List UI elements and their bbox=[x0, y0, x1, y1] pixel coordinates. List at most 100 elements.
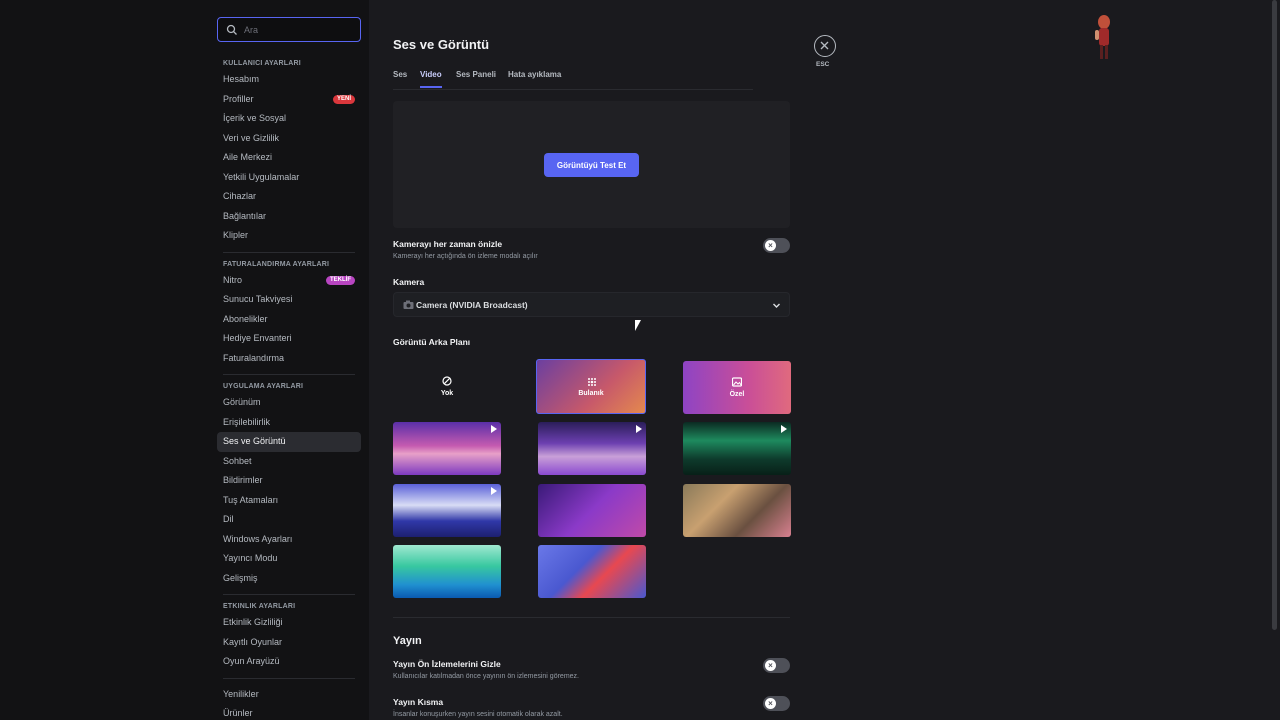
scrollbar[interactable] bbox=[1272, 0, 1277, 630]
sidebar-divider bbox=[223, 374, 355, 375]
search-input[interactable] bbox=[244, 24, 344, 35]
bg-option-none[interactable]: Yok bbox=[393, 360, 501, 413]
bg-preset-tile[interactable] bbox=[683, 484, 791, 537]
sidebar-item[interactable]: Faturalandırma bbox=[217, 349, 361, 369]
bg-option-custom-label: Özel bbox=[729, 391, 745, 398]
video-preview-area: Görüntüyü Test Et bbox=[393, 101, 790, 228]
play-icon bbox=[491, 487, 497, 495]
sidebar-section-header: Etkinlik Ayarları bbox=[223, 603, 296, 610]
sidebar-item[interactable]: Gelişmiş bbox=[217, 569, 361, 589]
bg-preset-tile[interactable] bbox=[683, 422, 791, 475]
sidebar-item-label: Görünüm bbox=[223, 397, 261, 407]
sidebar-item-label: İçerik ve Sosyal bbox=[223, 113, 287, 123]
sidebar-item[interactable]: Windows Ayarları bbox=[217, 530, 361, 550]
hide-previews-toggle[interactable]: × bbox=[763, 658, 790, 673]
sidebar-item[interactable]: Abonelikler bbox=[217, 310, 361, 330]
sidebar-item-label: Erişilebilirlik bbox=[223, 416, 271, 427]
sidebar-item[interactable]: Yayıncı Modu bbox=[217, 549, 361, 569]
test-video-button[interactable]: Görüntüyü Test Et bbox=[544, 153, 639, 177]
sidebar-item[interactable]: Hediye Envanteri bbox=[217, 329, 361, 349]
sidebar-item[interactable]: Veri ve Gizlilik bbox=[217, 129, 361, 149]
sidebar-item-label: Ses ve Görüntü bbox=[223, 436, 286, 446]
mouse-cursor bbox=[635, 320, 641, 331]
sidebar-item-label: Tuş Atamaları bbox=[223, 494, 279, 505]
sidebar-item-label: Gelişmiş bbox=[223, 572, 258, 583]
tab-bar: Ses Video Ses Paneli Hata ayıklama bbox=[393, 70, 753, 90]
always-preview-title: Kamerayı her zaman önizle bbox=[393, 239, 503, 249]
sidebar-item-label: Hesabım bbox=[223, 74, 260, 84]
sidebar-item-label: Kayıtlı Oyunlar bbox=[223, 636, 283, 647]
bg-option-blur[interactable]: Bulanık bbox=[536, 359, 646, 414]
sidebar-item[interactable]: Kayıtlı Oyunlar bbox=[217, 633, 361, 653]
camera-select[interactable]: Camera (NVIDIA Broadcast) bbox=[393, 292, 790, 317]
sidebar-item[interactable]: Oyun Arayüzü bbox=[217, 652, 361, 672]
sidebar-item[interactable]: Etkinlik Gizliliği bbox=[217, 613, 361, 633]
sidebar-section-header: Uygulama Ayarları bbox=[223, 383, 304, 390]
sidebar-item[interactable]: Profiller YENİ bbox=[217, 90, 361, 110]
bg-option-none-label: Yok bbox=[440, 390, 454, 397]
sidebar-item[interactable]: Hesabım bbox=[217, 70, 361, 90]
sidebar-item[interactable]: Bildirimler bbox=[217, 471, 361, 491]
sidebar-item-label: Etkinlik Gizliliği bbox=[223, 617, 283, 627]
sidebar-item[interactable]: Sohbet bbox=[217, 452, 361, 472]
section-divider bbox=[393, 617, 790, 618]
sidebar-item-label: Hediye Envanteri bbox=[223, 333, 292, 343]
sidebar-item[interactable]: Erişilebilirlik bbox=[217, 413, 361, 433]
sidebar-item-label: Bildirimler bbox=[223, 475, 263, 485]
bg-preset-tile[interactable] bbox=[538, 545, 646, 598]
sidebar-item[interactable]: Cihazlar bbox=[217, 187, 361, 207]
sidebar-content: Kullanıcı Ayarları Hesabım Profiller YENİ İç… bbox=[217, 17, 361, 720]
page-title: Ses ve Görüntü bbox=[393, 37, 490, 52]
sidebar-item-label: Nitro bbox=[223, 274, 243, 285]
sidebar-item[interactable]: Aile Merkezi bbox=[217, 148, 361, 168]
bg-option-custom[interactable]: Özel bbox=[683, 361, 791, 414]
sidebar-item-badge: YENİ bbox=[332, 94, 355, 104]
sidebar-item-label: Sohbet bbox=[223, 455, 252, 466]
bg-preset-tile[interactable] bbox=[538, 484, 646, 537]
sidebar-item[interactable]: Klipler bbox=[217, 226, 361, 246]
camera-label: Kamera bbox=[393, 277, 425, 287]
sidebar-item-badge: TEKLİF bbox=[326, 275, 355, 285]
bg-preset-tile[interactable] bbox=[393, 545, 501, 598]
sidebar-item-label: Klipler bbox=[223, 230, 249, 240]
sidebar-item-label: Abonelikler bbox=[223, 313, 268, 324]
tab-hata-ayiklama[interactable]: Hata ayıklama bbox=[508, 70, 561, 88]
bg-preset-tile[interactable] bbox=[393, 422, 501, 475]
tab-video[interactable]: Video bbox=[420, 70, 442, 88]
always-preview-toggle[interactable]: × bbox=[763, 238, 790, 253]
hide-previews-title: Yayın Ön İzlemelerini Gizle bbox=[393, 659, 501, 669]
sidebar-item[interactable]: Dil bbox=[217, 510, 361, 530]
camera-icon bbox=[403, 300, 414, 309]
camera-select-value: Camera (NVIDIA Broadcast) bbox=[416, 300, 528, 310]
sidebar-item[interactable]: Yetkili Uygulamalar bbox=[217, 168, 361, 188]
sidebar-item-label: Ürünler bbox=[223, 708, 253, 718]
sidebar-item[interactable]: Sunucu Takviyesi bbox=[217, 290, 361, 310]
stream-section-title: Yayın bbox=[393, 635, 422, 647]
bg-option-blur-label: Bulanık bbox=[578, 390, 604, 397]
sidebar-item-label: Dil bbox=[223, 514, 234, 524]
search-box[interactable] bbox=[217, 17, 361, 42]
sidebar-item[interactable]: Görünüm bbox=[217, 393, 361, 413]
close-icon: × bbox=[765, 698, 776, 709]
sidebar-divider bbox=[223, 251, 355, 253]
close-icon bbox=[820, 41, 829, 50]
sidebar-item-label: Bağlantılar bbox=[223, 210, 267, 221]
sidebar-item[interactable]: Bağlantılar bbox=[217, 207, 361, 227]
bg-preset-tile[interactable] bbox=[538, 422, 646, 475]
tab-ses-paneli[interactable]: Ses Paneli bbox=[456, 70, 496, 88]
stream-attenuation-toggle[interactable]: × bbox=[763, 696, 790, 711]
sidebar-item[interactable]: Nitro TEKLİF bbox=[217, 271, 361, 291]
tab-ses[interactable]: Ses bbox=[393, 70, 407, 88]
sidebar-item[interactable]: Yenilikler bbox=[217, 685, 361, 705]
sidebar-item[interactable]: İçerik ve Sosyal bbox=[217, 109, 361, 129]
sidebar-item[interactable]: Ses ve Görüntü bbox=[217, 432, 361, 452]
bg-preset-tile[interactable] bbox=[393, 484, 501, 537]
sidebar-section-header: Faturalandırma Ayarları bbox=[223, 260, 330, 268]
sidebar-item[interactable]: Ürünler bbox=[217, 704, 361, 720]
sidebar-item[interactable]: Tuş Atamaları bbox=[217, 491, 361, 511]
nav-list: Kullanıcı Ayarları Hesabım Profiller YENİ İç… bbox=[217, 58, 361, 720]
play-icon bbox=[781, 425, 787, 433]
background-label: Görüntü Arka Planı bbox=[393, 337, 471, 347]
always-preview-desc: Kamerayı her açtığında ön izleme modalı … bbox=[393, 253, 538, 260]
close-settings-button[interactable] bbox=[814, 35, 836, 57]
